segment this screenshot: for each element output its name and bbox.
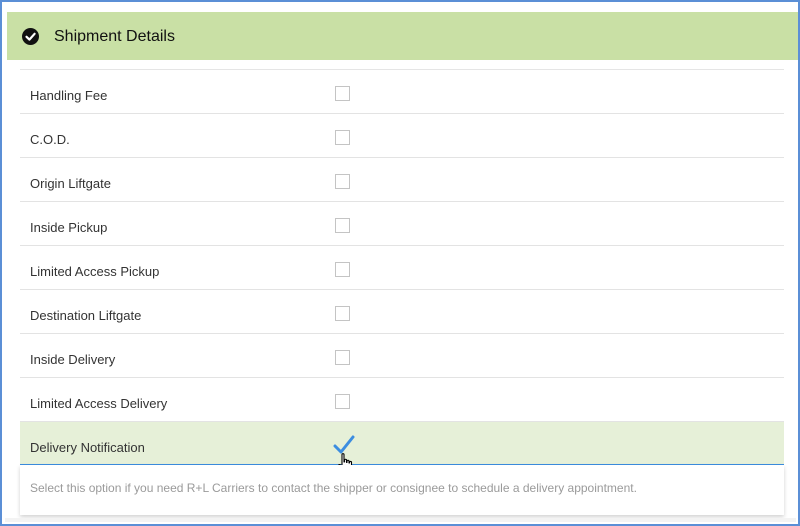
- destination-liftgate-checkbox[interactable]: [335, 306, 350, 321]
- inside-delivery-checkbox[interactable]: [335, 350, 350, 365]
- option-row-limited-access-pickup: Limited Access Pickup: [20, 246, 784, 290]
- option-label: Handling Fee: [30, 88, 108, 103]
- option-row-origin-liftgate: Origin Liftgate: [20, 158, 784, 202]
- option-label: Inside Pickup: [30, 220, 108, 235]
- option-row-delivery-notification: Delivery Notification: [20, 422, 784, 466]
- option-label: Limited Access Pickup: [30, 264, 160, 279]
- option-label: Limited Access Delivery: [30, 396, 168, 411]
- handling-fee-checkbox[interactable]: [335, 86, 350, 101]
- help-tooltip: Select this option if you need R+L Carri…: [20, 465, 784, 515]
- limited-access-pickup-checkbox[interactable]: [335, 262, 350, 277]
- section-title: Shipment Details: [54, 28, 175, 45]
- origin-liftgate-checkbox[interactable]: [335, 174, 350, 189]
- option-row-handling-fee: Handling Fee: [20, 70, 784, 114]
- check-circle-icon: [22, 28, 39, 45]
- option-row-limited-access-delivery: Limited Access Delivery: [20, 378, 784, 422]
- option-label: Delivery Notification: [30, 440, 145, 455]
- section-header[interactable]: Shipment Details: [7, 12, 798, 60]
- option-row-destination-liftgate: Destination Liftgate: [20, 290, 784, 334]
- option-label: Inside Delivery: [30, 352, 116, 367]
- option-row-inside-delivery: Inside Delivery: [20, 334, 784, 378]
- option-label: Origin Liftgate: [30, 176, 111, 191]
- help-text: Select this option if you need R+L Carri…: [30, 481, 637, 495]
- limited-access-delivery-checkbox[interactable]: [335, 394, 350, 409]
- option-row-inside-pickup: Inside Pickup: [20, 202, 784, 246]
- cod-checkbox[interactable]: [335, 130, 350, 145]
- inside-pickup-checkbox[interactable]: [335, 218, 350, 233]
- option-label: C.O.D.: [30, 132, 70, 147]
- option-row-cod: C.O.D.: [20, 114, 784, 158]
- bottom-shade: [5, 518, 796, 522]
- option-label: Destination Liftgate: [30, 308, 142, 323]
